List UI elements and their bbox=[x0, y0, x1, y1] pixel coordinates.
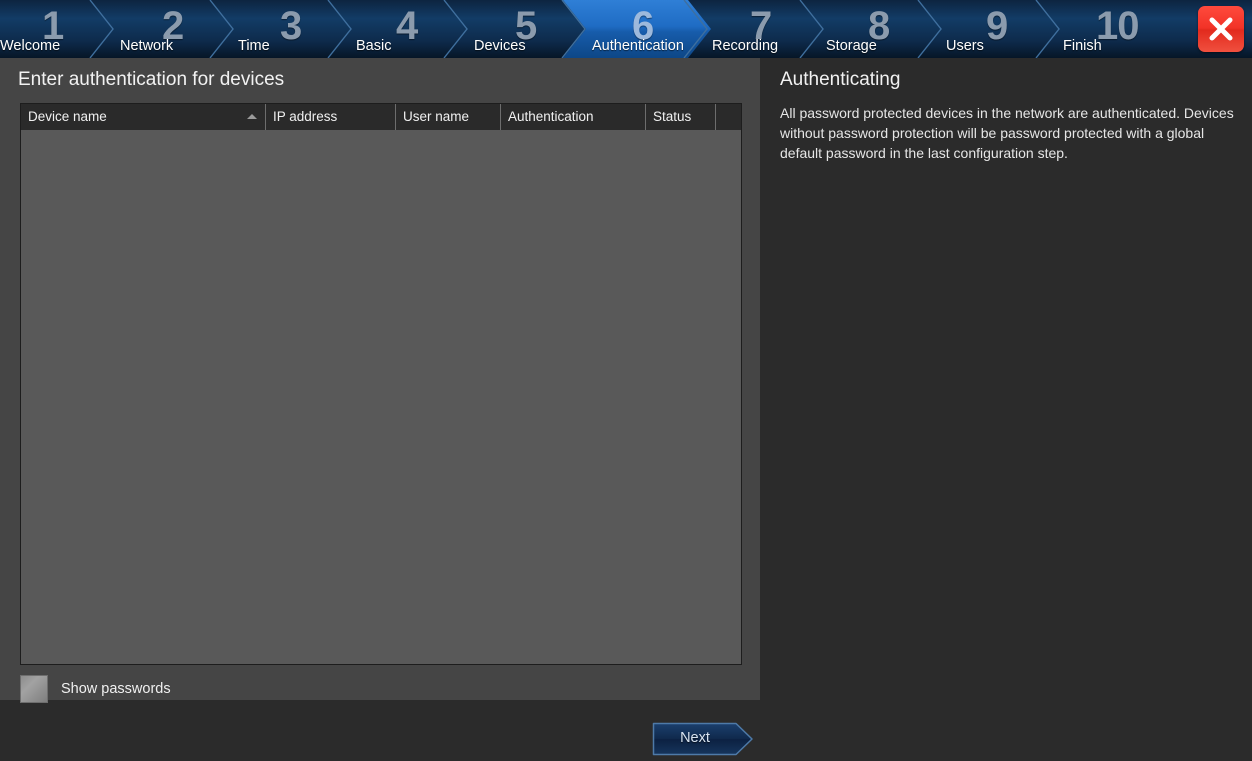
main-content-panel: Enter authentication for devices Device … bbox=[0, 58, 760, 756]
wizard-step-number: 9 bbox=[986, 4, 1008, 48]
wizard-step-number: 4 bbox=[396, 4, 418, 48]
wizard-step-recording[interactable]: 7 Recording bbox=[0, 0, 1252, 58]
wizard-step-label: Finish bbox=[1063, 38, 1102, 54]
table-column-header[interactable] bbox=[716, 104, 741, 130]
table-column-header-label: IP address bbox=[273, 109, 338, 124]
chevron-right-icon bbox=[682, 0, 712, 58]
wizard-step-number: 5 bbox=[515, 4, 537, 48]
wizard-step-bar: 1 Welcome 2 Network 3 Time 4 Basic 5 Devices 6 Auth… bbox=[0, 0, 1252, 58]
help-paragraph: All password protected devices in the ne… bbox=[780, 105, 1234, 161]
wizard-step-devices[interactable]: 5 Devices bbox=[0, 0, 1252, 58]
show-passwords-checkbox[interactable] bbox=[20, 675, 48, 703]
wizard-step-number: 1 bbox=[42, 4, 64, 48]
wizard-step-basic[interactable]: 4 Basic bbox=[0, 0, 1252, 58]
wizard-step-label: Time bbox=[238, 38, 270, 54]
wizard-step-label: Welcome bbox=[0, 38, 61, 54]
help-title: Authenticating bbox=[780, 69, 901, 90]
chevron-right-icon bbox=[798, 0, 828, 58]
wizard-step-number: 10 bbox=[1096, 4, 1139, 48]
wizard-step-network[interactable]: 2 Network bbox=[0, 0, 1252, 58]
wizard-step-finish[interactable]: 10 Finish bbox=[0, 0, 1252, 58]
wizard-step-welcome[interactable]: 1 Welcome bbox=[0, 0, 1252, 58]
wizard-step-label: Devices bbox=[474, 38, 526, 54]
wizard-step-number: 3 bbox=[280, 4, 302, 48]
chevron-right-icon bbox=[1034, 0, 1064, 58]
active-step-highlight bbox=[563, 0, 711, 58]
show-passwords-label: Show passwords bbox=[61, 681, 171, 697]
wizard-step-label: Storage bbox=[826, 38, 877, 54]
chevron-right-icon bbox=[88, 0, 118, 58]
table-column-header[interactable]: Device name bbox=[21, 104, 266, 130]
next-button[interactable]: Next bbox=[652, 722, 754, 756]
help-body: All password protected devices in the ne… bbox=[780, 103, 1235, 163]
wizard-step-label: Network bbox=[120, 38, 174, 54]
wizard-step-number: 2 bbox=[162, 4, 184, 48]
page-title: Enter authentication for devices bbox=[18, 69, 285, 90]
table-column-header-label: Authentication bbox=[508, 109, 594, 124]
sort-ascending-icon bbox=[247, 114, 257, 119]
table-column-header[interactable]: IP address bbox=[266, 104, 396, 130]
table-column-header-label: Device name bbox=[28, 109, 107, 124]
wizard-step-label: Recording bbox=[712, 38, 779, 54]
table-column-header-label: Status bbox=[653, 109, 692, 124]
wizard-step-authentication[interactable]: 6 Authentication bbox=[0, 0, 1252, 58]
table-column-header[interactable]: Status bbox=[646, 104, 716, 130]
wizard-step-number: 8 bbox=[868, 4, 890, 48]
close-icon[interactable] bbox=[1198, 6, 1244, 52]
table-body[interactable] bbox=[21, 130, 741, 664]
wizard-step-time[interactable]: 3 Time bbox=[0, 0, 1252, 58]
wizard-step-label: Users bbox=[946, 38, 984, 54]
chevron-right-icon bbox=[326, 0, 356, 58]
wizard-step-label: Basic bbox=[356, 38, 392, 54]
chevron-right-icon bbox=[442, 0, 472, 58]
wizard-step-storage[interactable]: 8 Storage bbox=[0, 0, 1252, 58]
help-panel: Authenticating All password protected de… bbox=[760, 58, 1252, 700]
table-column-header-label: User name bbox=[403, 109, 470, 124]
chevron-right-icon bbox=[916, 0, 946, 58]
show-passwords-row[interactable]: Show passwords bbox=[20, 675, 171, 703]
wizard-step-label: Authentication bbox=[592, 38, 684, 54]
chevron-right-icon bbox=[208, 0, 238, 58]
wizard-step-users[interactable]: 9 Users bbox=[0, 0, 1252, 58]
chevron-right-icon bbox=[560, 0, 590, 58]
table-column-header[interactable]: Authentication bbox=[501, 104, 646, 130]
device-authentication-table[interactable]: Device name IP address User name Authentica… bbox=[20, 103, 742, 665]
wizard-step-number: 7 bbox=[750, 4, 772, 48]
wizard-step-number: 6 bbox=[632, 4, 654, 48]
table-header-row: Device name IP address User name Authentica… bbox=[21, 104, 741, 130]
table-column-header[interactable]: User name bbox=[396, 104, 501, 130]
